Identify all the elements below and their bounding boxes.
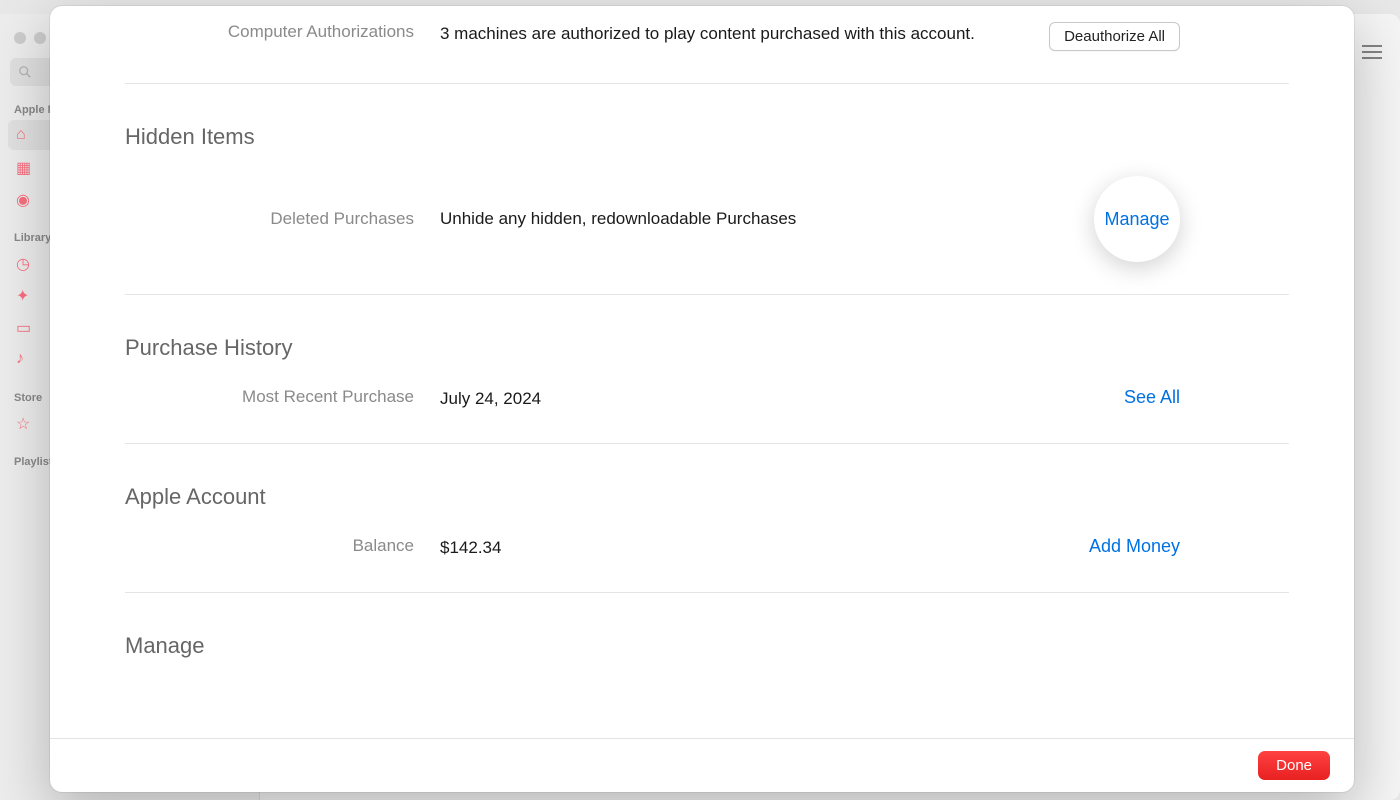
label-balance: Balance [125, 536, 440, 556]
section-title-apple-account: Apple Account [125, 484, 1289, 510]
row-balance: Balance $142.34 Add Money [125, 530, 1289, 566]
row-computer-authorizations: Computer Authorizations 3 machines are a… [125, 6, 1289, 57]
modal-footer: Done [50, 738, 1354, 792]
traffic-dot [34, 32, 46, 44]
label-computer-authorizations: Computer Authorizations [125, 22, 440, 42]
section-divider [125, 294, 1289, 295]
section-divider [125, 443, 1289, 444]
done-button[interactable]: Done [1258, 751, 1330, 780]
value-computer-authorizations: 3 machines are authorized to play conten… [440, 22, 1000, 46]
section-divider [125, 592, 1289, 593]
search-icon [18, 65, 32, 79]
modal-body: Computer Authorizations 3 machines are a… [50, 6, 1354, 738]
list-menu-icon [1362, 44, 1382, 65]
traffic-dot [14, 32, 26, 44]
see-all-link[interactable]: See All [1124, 387, 1180, 408]
add-money-link[interactable]: Add Money [1089, 536, 1180, 557]
section-title-manage: Manage [125, 633, 1289, 659]
value-recent-purchase: July 24, 2024 [440, 387, 1000, 411]
album-icon: ▭ [16, 318, 34, 336]
highlight-circle: Manage [1094, 176, 1180, 262]
row-deleted-purchases: Deleted Purchases Unhide any hidden, red… [125, 170, 1289, 268]
mic-icon: ✦ [16, 286, 34, 304]
account-settings-modal: Computer Authorizations 3 machines are a… [50, 6, 1354, 792]
grid-icon: ▦ [16, 158, 34, 176]
row-recent-purchase: Most Recent Purchase July 24, 2024 See A… [125, 381, 1289, 417]
star-icon: ☆ [16, 414, 34, 432]
value-deleted-purchases: Unhide any hidden, redownloadable Purcha… [440, 207, 1000, 231]
manage-hidden-link[interactable]: Manage [1104, 209, 1169, 230]
label-deleted-purchases: Deleted Purchases [125, 209, 440, 229]
song-icon: ♪ [16, 350, 34, 368]
section-title-hidden-items: Hidden Items [125, 124, 1289, 150]
radio-icon: ◉ [16, 190, 34, 208]
home-icon: ⌂ [16, 126, 34, 144]
value-balance: $142.34 [440, 536, 1000, 560]
label-recent-purchase: Most Recent Purchase [125, 387, 440, 407]
section-divider [125, 83, 1289, 84]
section-title-purchase-history: Purchase History [125, 335, 1289, 361]
deauthorize-all-button[interactable]: Deauthorize All [1049, 22, 1180, 51]
clock-icon: ◷ [16, 254, 34, 272]
